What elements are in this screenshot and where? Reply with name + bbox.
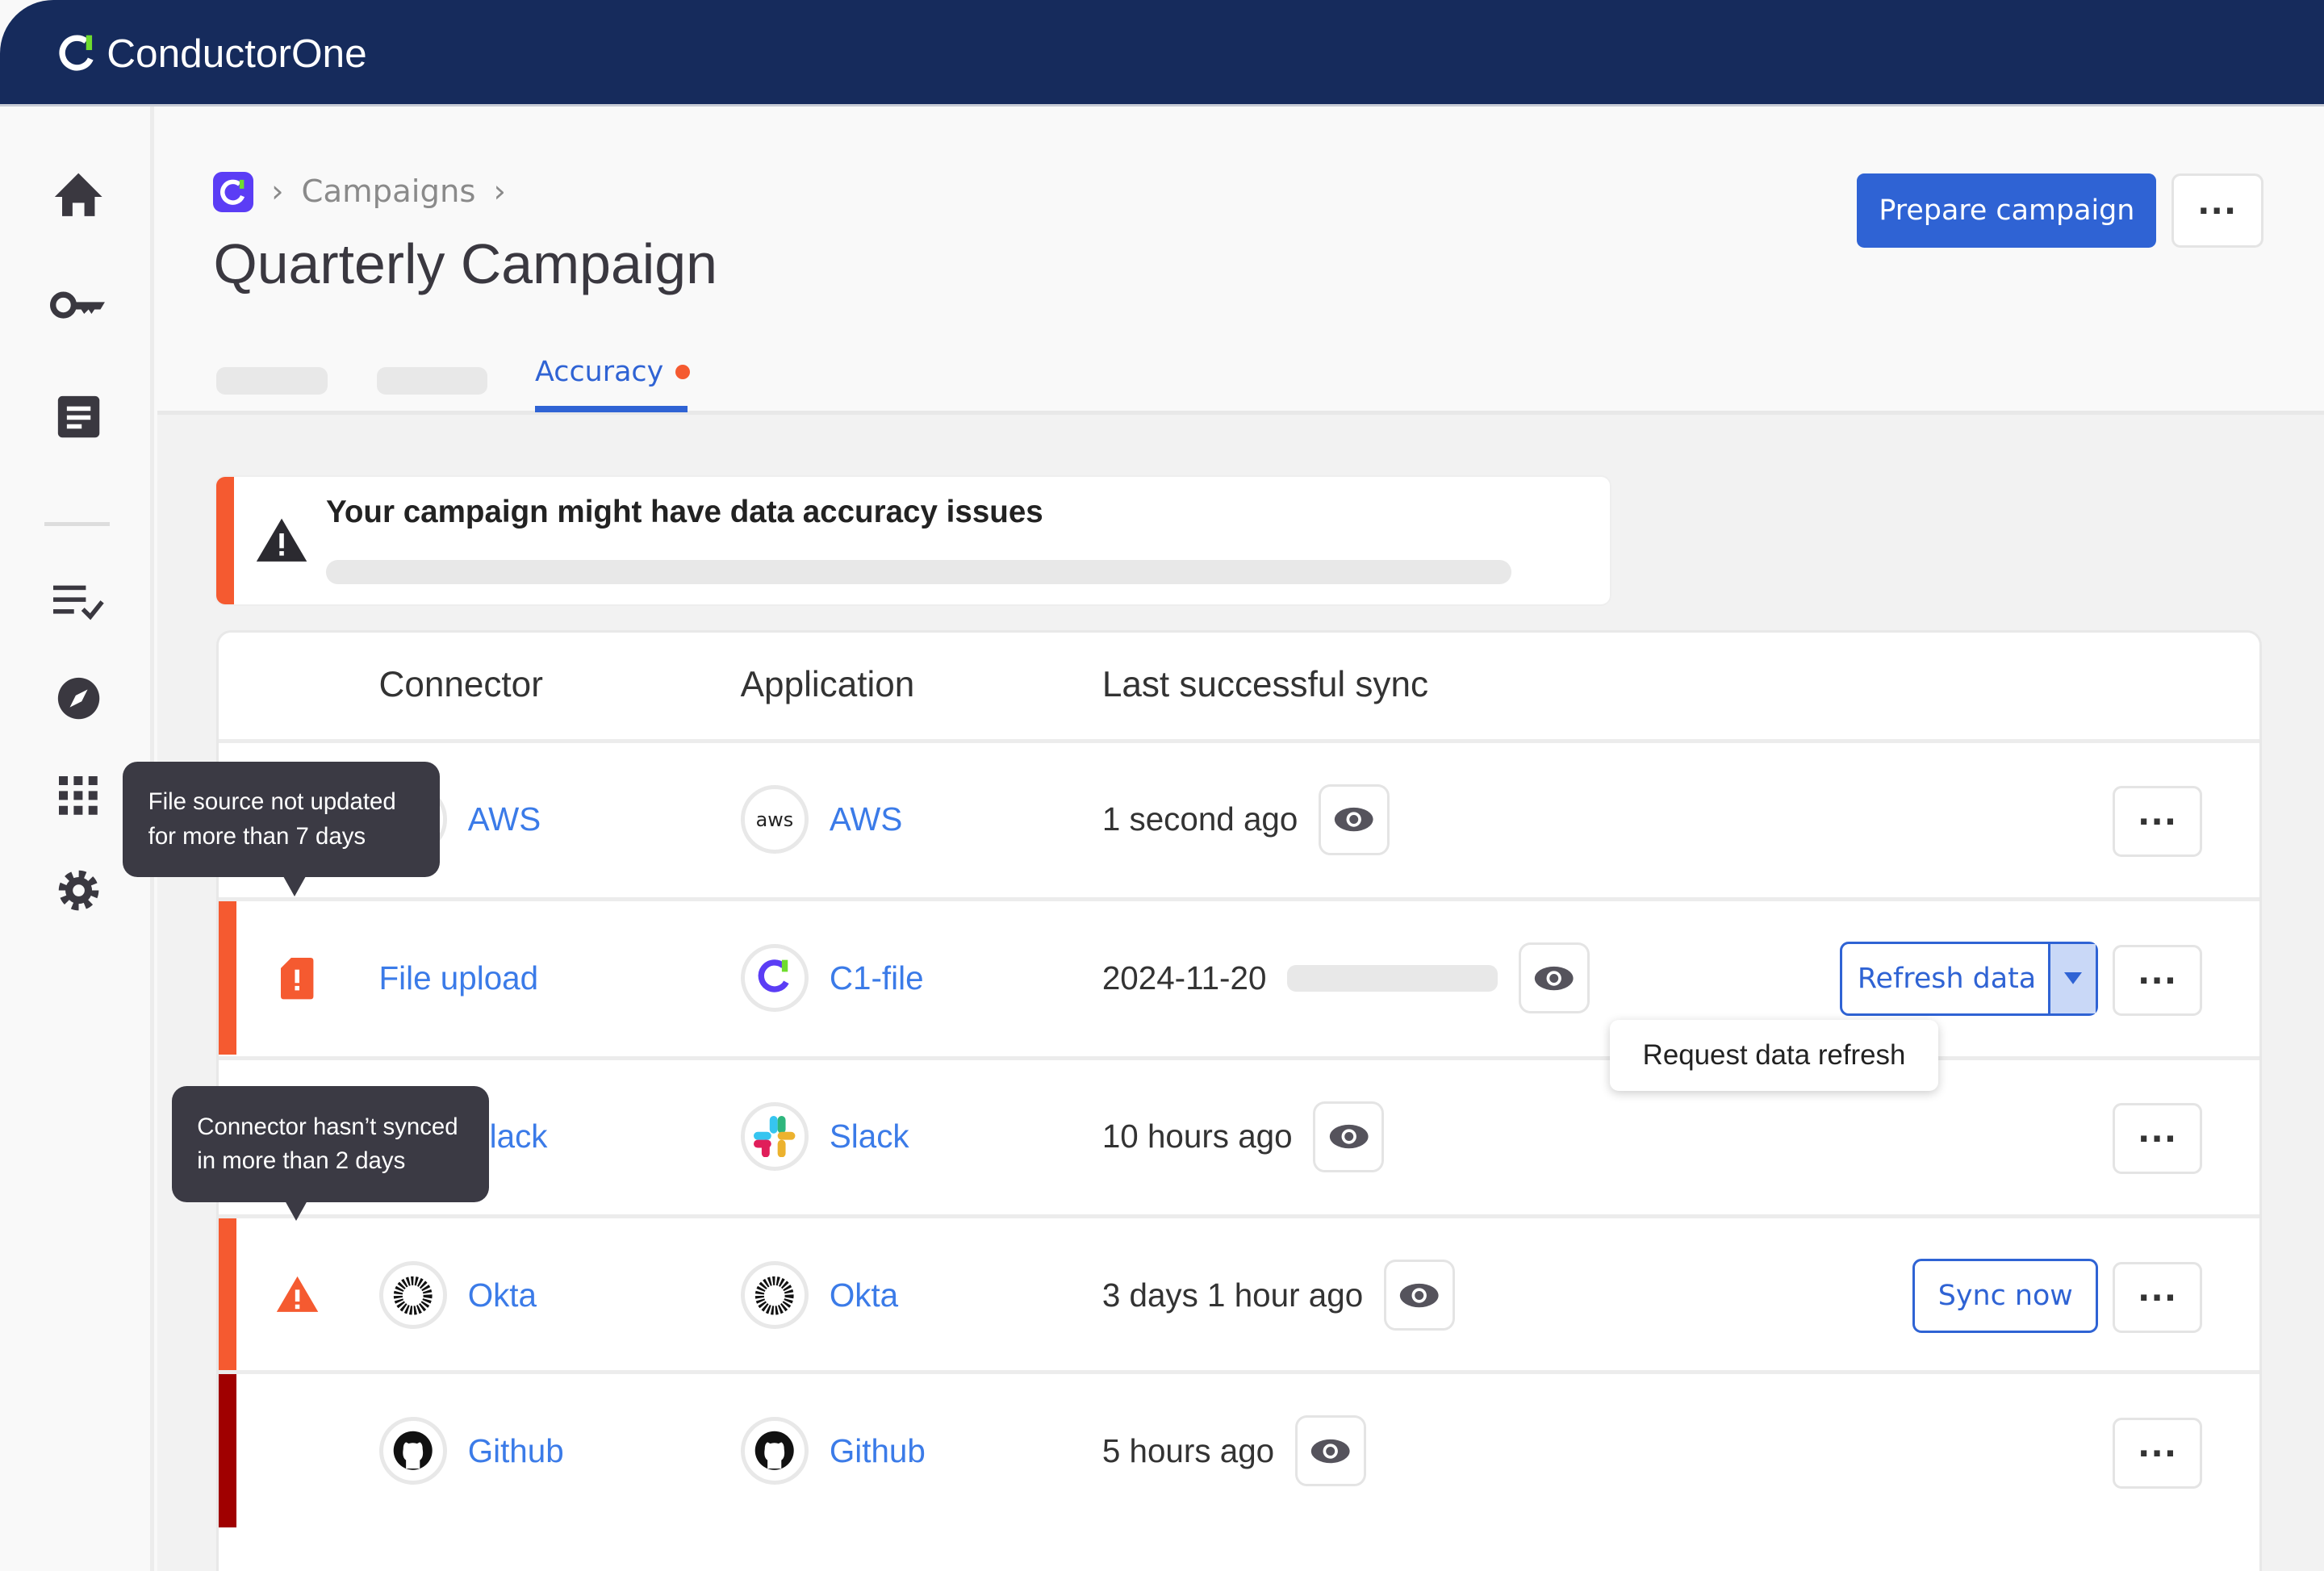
home-logo-icon[interactable] bbox=[213, 172, 254, 212]
row-more-button[interactable]: ··· bbox=[2113, 944, 2202, 1016]
file-source-tooltip: File source not updated for more than 7 … bbox=[123, 762, 441, 897]
tab-accuracy[interactable]: Accuracy bbox=[535, 355, 691, 388]
prepare-campaign-button[interactable]: Prepare campaign bbox=[1857, 173, 2157, 248]
table-row: Okta Okta 3 days 1 hour ago Sync now ··· bbox=[219, 1214, 2259, 1373]
page-title: Quarterly Campaign bbox=[213, 232, 717, 295]
request-data-refresh-option[interactable]: Request data refresh bbox=[1609, 1019, 1939, 1091]
application-link[interactable]: C1-file bbox=[830, 959, 924, 997]
notification-dot bbox=[675, 364, 691, 379]
tab-placeholder-2[interactable] bbox=[376, 367, 488, 395]
row-more-button[interactable]: ··· bbox=[2113, 1103, 2202, 1175]
apps-grid-icon[interactable] bbox=[50, 767, 107, 824]
slack-icon bbox=[740, 1102, 809, 1171]
brand-name: ConductorOne bbox=[107, 30, 367, 76]
warning-flag bbox=[219, 1218, 237, 1373]
table-row: File upload C1-file 2024-11-20 Refresh d… bbox=[219, 897, 2259, 1055]
conductorone-logo-icon bbox=[59, 35, 94, 71]
okta-icon bbox=[378, 1260, 447, 1330]
sync-placeholder bbox=[1287, 964, 1498, 992]
breadcrumb: › Campaigns › bbox=[213, 172, 506, 212]
connector-link[interactable]: File upload bbox=[379, 959, 539, 997]
top-bar: ConductorOne bbox=[0, 0, 2324, 107]
okta-icon bbox=[740, 1260, 809, 1330]
tooltip-text: Connector hasn’t synced in more than 2 d… bbox=[197, 1113, 458, 1174]
compass-icon[interactable] bbox=[50, 670, 107, 726]
alert-title: Your campaign might have data accuracy i… bbox=[326, 495, 1043, 530]
sync-now-button[interactable]: Sync now bbox=[1912, 1258, 2099, 1333]
table-row: Slack Slack 10 hours ago ··· bbox=[219, 1055, 2259, 1214]
tab-label: Accuracy bbox=[535, 355, 664, 388]
content: Your campaign might have data accuracy i… bbox=[157, 415, 2324, 1571]
last-sync: 10 hours ago bbox=[1101, 1118, 1293, 1155]
sidebar-divider bbox=[44, 521, 110, 526]
connector-sync-tooltip: Connector hasn’t synced in more than 2 d… bbox=[172, 1086, 490, 1222]
checklist-icon[interactable] bbox=[50, 574, 107, 630]
brand-logo[interactable]: ConductorOne bbox=[56, 30, 367, 77]
connector-link[interactable]: Github bbox=[468, 1432, 564, 1470]
github-icon bbox=[378, 1416, 447, 1485]
tooltip-text: File source not updated for more than 7 … bbox=[148, 788, 396, 850]
warning-flag bbox=[219, 901, 237, 1055]
key-icon[interactable] bbox=[50, 277, 107, 333]
eye-icon[interactable] bbox=[1319, 783, 1390, 855]
column-header-application: Application bbox=[740, 664, 915, 704]
refresh-data-button[interactable]: Refresh data bbox=[1840, 941, 2099, 1016]
chevron-right-icon: › bbox=[271, 173, 284, 211]
file-warning-icon bbox=[281, 958, 314, 1000]
application-link[interactable]: Github bbox=[830, 1432, 926, 1470]
application-link[interactable]: AWS bbox=[830, 800, 903, 838]
table-row: awsAWS awsAWS 1 second ago ··· bbox=[219, 738, 2259, 896]
aws-icon: aws bbox=[740, 785, 809, 854]
row-more-button[interactable]: ··· bbox=[2113, 1261, 2202, 1333]
more-options-button[interactable]: ··· bbox=[2171, 173, 2263, 248]
c1-file-icon bbox=[740, 943, 809, 1013]
error-flag bbox=[219, 1374, 237, 1527]
tab-placeholder-1[interactable] bbox=[216, 367, 328, 395]
warning-icon bbox=[256, 518, 307, 562]
eye-icon[interactable] bbox=[1313, 1101, 1385, 1172]
refresh-data-label: Refresh data bbox=[1857, 962, 2037, 995]
column-header-last-sync: Last successful sync bbox=[1101, 664, 1429, 704]
settings-icon[interactable] bbox=[50, 863, 107, 919]
row-more-button[interactable]: ··· bbox=[2113, 786, 2202, 858]
last-sync: 5 hours ago bbox=[1101, 1431, 1275, 1469]
document-icon[interactable] bbox=[50, 388, 107, 445]
last-sync: 1 second ago bbox=[1101, 800, 1298, 838]
connector-link[interactable]: AWS bbox=[468, 800, 541, 838]
last-sync: 3 days 1 hour ago bbox=[1101, 1276, 1364, 1314]
application-link[interactable]: Okta bbox=[830, 1276, 898, 1314]
breadcrumb-campaigns[interactable]: Campaigns bbox=[302, 173, 476, 210]
github-icon bbox=[740, 1416, 809, 1485]
table-row: Github Github 5 hours ago ··· bbox=[219, 1370, 2259, 1527]
eye-icon[interactable] bbox=[1294, 1415, 1367, 1487]
connectors-table: Connector Application Last successful sy… bbox=[216, 629, 2262, 1571]
eye-icon[interactable] bbox=[1518, 942, 1590, 1014]
eye-icon[interactable] bbox=[1383, 1260, 1456, 1331]
chevron-right-icon: › bbox=[493, 173, 506, 211]
application-link[interactable]: Slack bbox=[830, 1118, 909, 1155]
page-header: › Campaigns › Quarterly Campaign Prepare… bbox=[157, 107, 2324, 416]
home-icon[interactable] bbox=[50, 166, 107, 223]
row-more-button[interactable]: ··· bbox=[2113, 1417, 2202, 1489]
alert-text-placeholder bbox=[326, 560, 1512, 584]
main-area: › Campaigns › Quarterly Campaign Prepare… bbox=[157, 107, 2324, 1571]
warning-triangle-icon bbox=[276, 1276, 319, 1313]
connector-link[interactable]: Okta bbox=[468, 1276, 537, 1314]
accuracy-alert: Your campaign might have data accuracy i… bbox=[216, 477, 1610, 605]
active-tab-indicator bbox=[535, 406, 688, 412]
last-sync: 2024-11-20 bbox=[1101, 959, 1267, 996]
chevron-down-icon[interactable] bbox=[2048, 943, 2096, 1013]
column-header-connector: Connector bbox=[378, 664, 543, 704]
